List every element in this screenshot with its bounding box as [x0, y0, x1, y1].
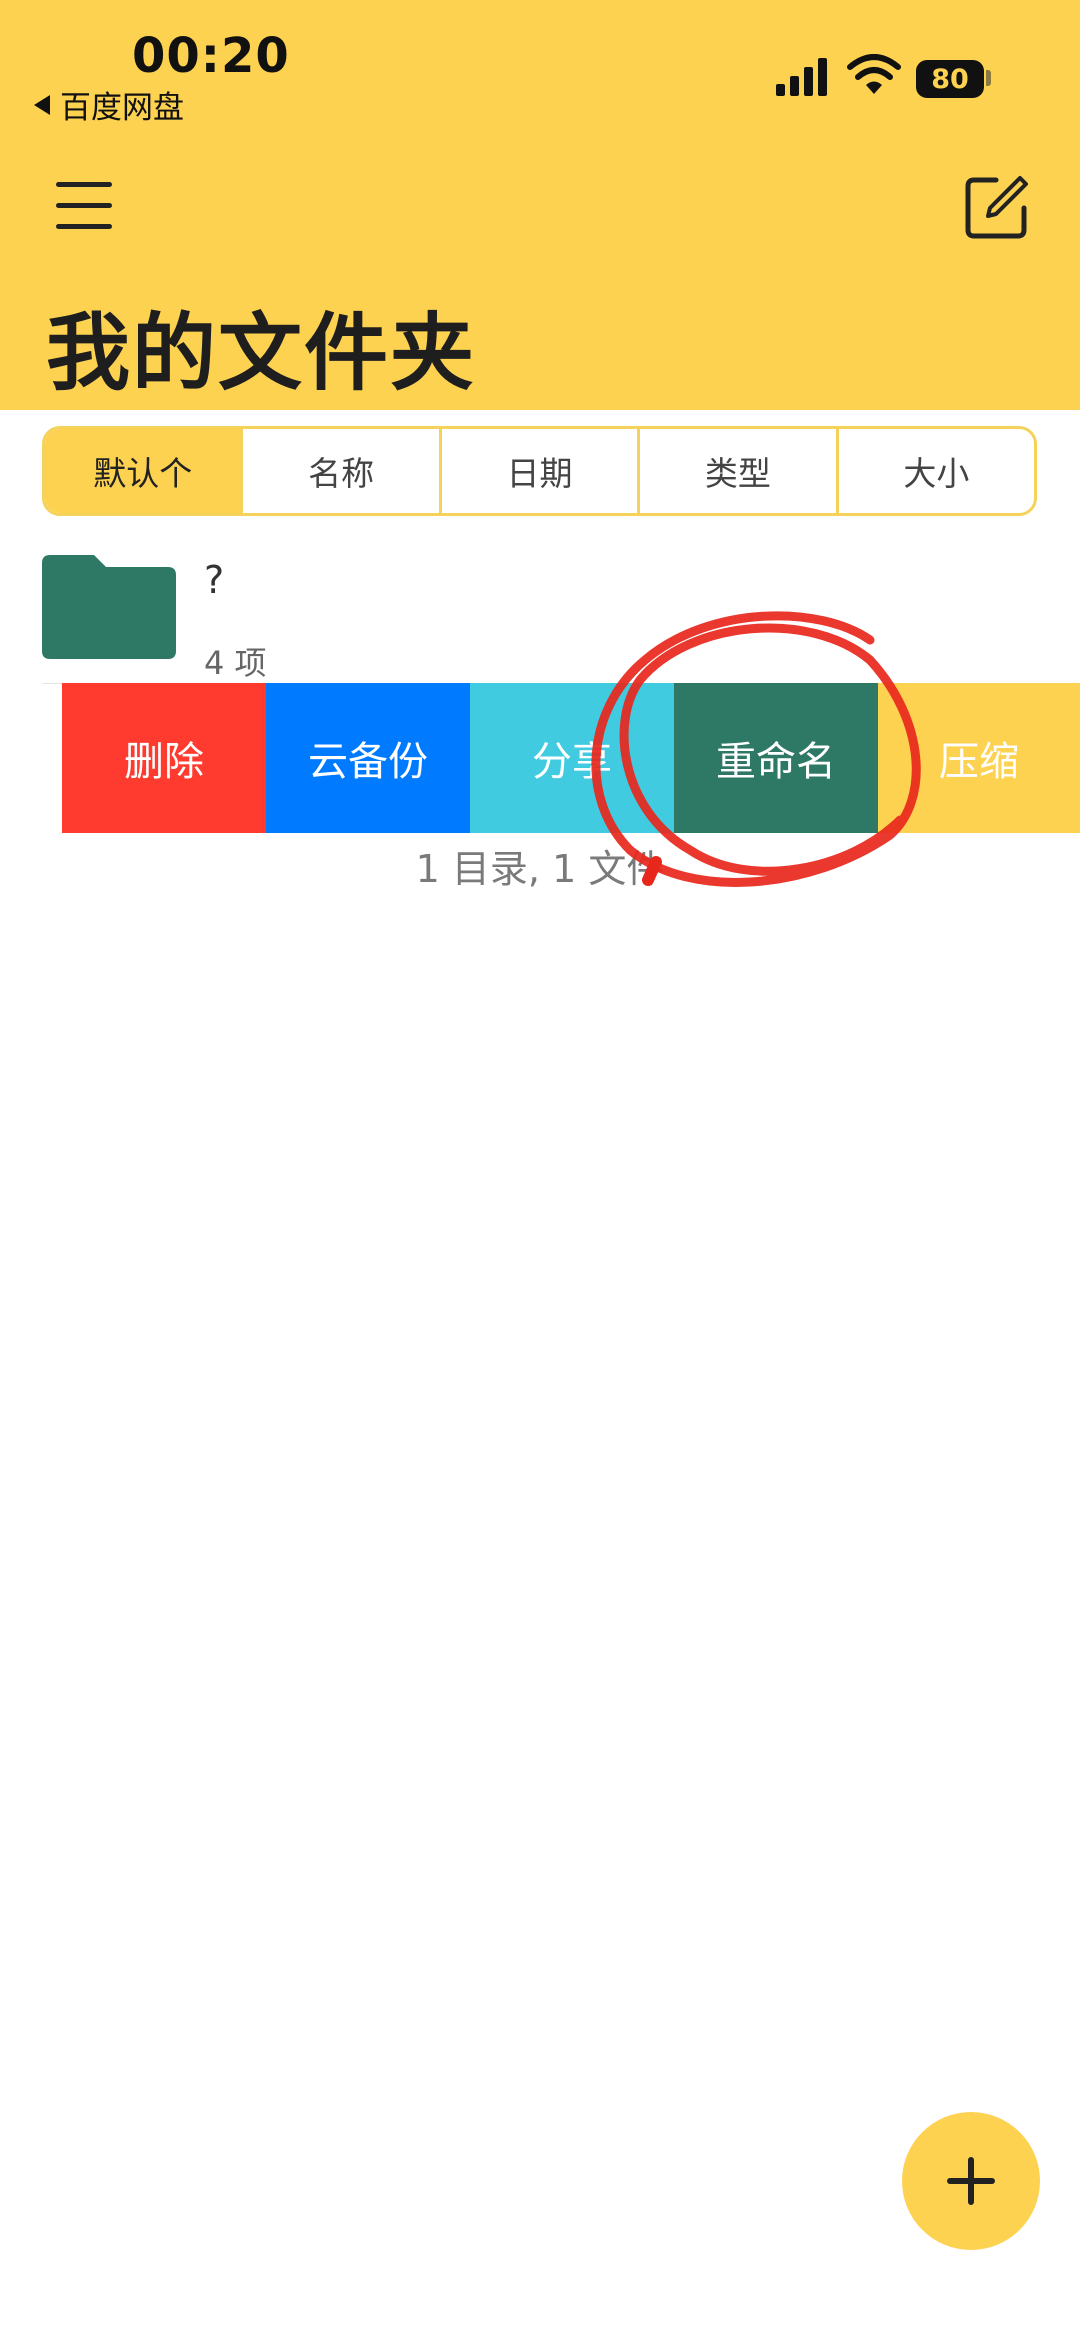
plus-icon [947, 2157, 995, 2205]
rename-button[interactable]: 重命名 [674, 683, 878, 833]
swipe-actions-row: 删除 云备份 分享 重命名 压缩 [62, 683, 1080, 833]
sort-tab-size[interactable]: 大小 [835, 429, 1034, 513]
header-bar: 00:20 百度网盘 80 我的文件夹 [0, 0, 1080, 410]
directory-summary: 1 目录, 1 文件 [415, 847, 665, 891]
sort-tab-type[interactable]: 类型 [637, 429, 835, 513]
cellular-signal-icon [776, 58, 827, 96]
delete-button[interactable]: 删除 [62, 683, 266, 833]
sort-tab-name[interactable]: 名称 [240, 429, 438, 513]
cloud-backup-button[interactable]: 云备份 [266, 683, 470, 833]
folder-name[interactable]: ? [204, 558, 224, 602]
back-to-app-link[interactable]: 百度网盘 [34, 82, 184, 127]
battery-tip [986, 70, 991, 86]
back-app-label: 百度网盘 [60, 90, 184, 126]
battery-indicator: 80 [916, 60, 984, 98]
page-title: 我的文件夹 [46, 304, 477, 402]
wifi-icon [847, 54, 901, 94]
sort-tab-date[interactable]: 日期 [438, 429, 637, 513]
share-button[interactable]: 分享 [470, 683, 674, 833]
edit-square-icon[interactable] [962, 174, 1030, 242]
folder-item-count: 4 项 [204, 644, 267, 682]
back-triangle-icon [34, 94, 50, 115]
hamburger-menu-icon[interactable] [52, 178, 116, 234]
compress-button[interactable]: 压缩 [878, 683, 1080, 833]
sort-segmented-control: 默认个 名称 日期 类型 大小 [42, 426, 1037, 516]
status-time: 00:20 [132, 28, 290, 84]
add-button[interactable] [902, 2112, 1040, 2250]
sort-tab-default[interactable]: 默认个 [45, 429, 241, 513]
folder-icon[interactable] [42, 555, 176, 659]
